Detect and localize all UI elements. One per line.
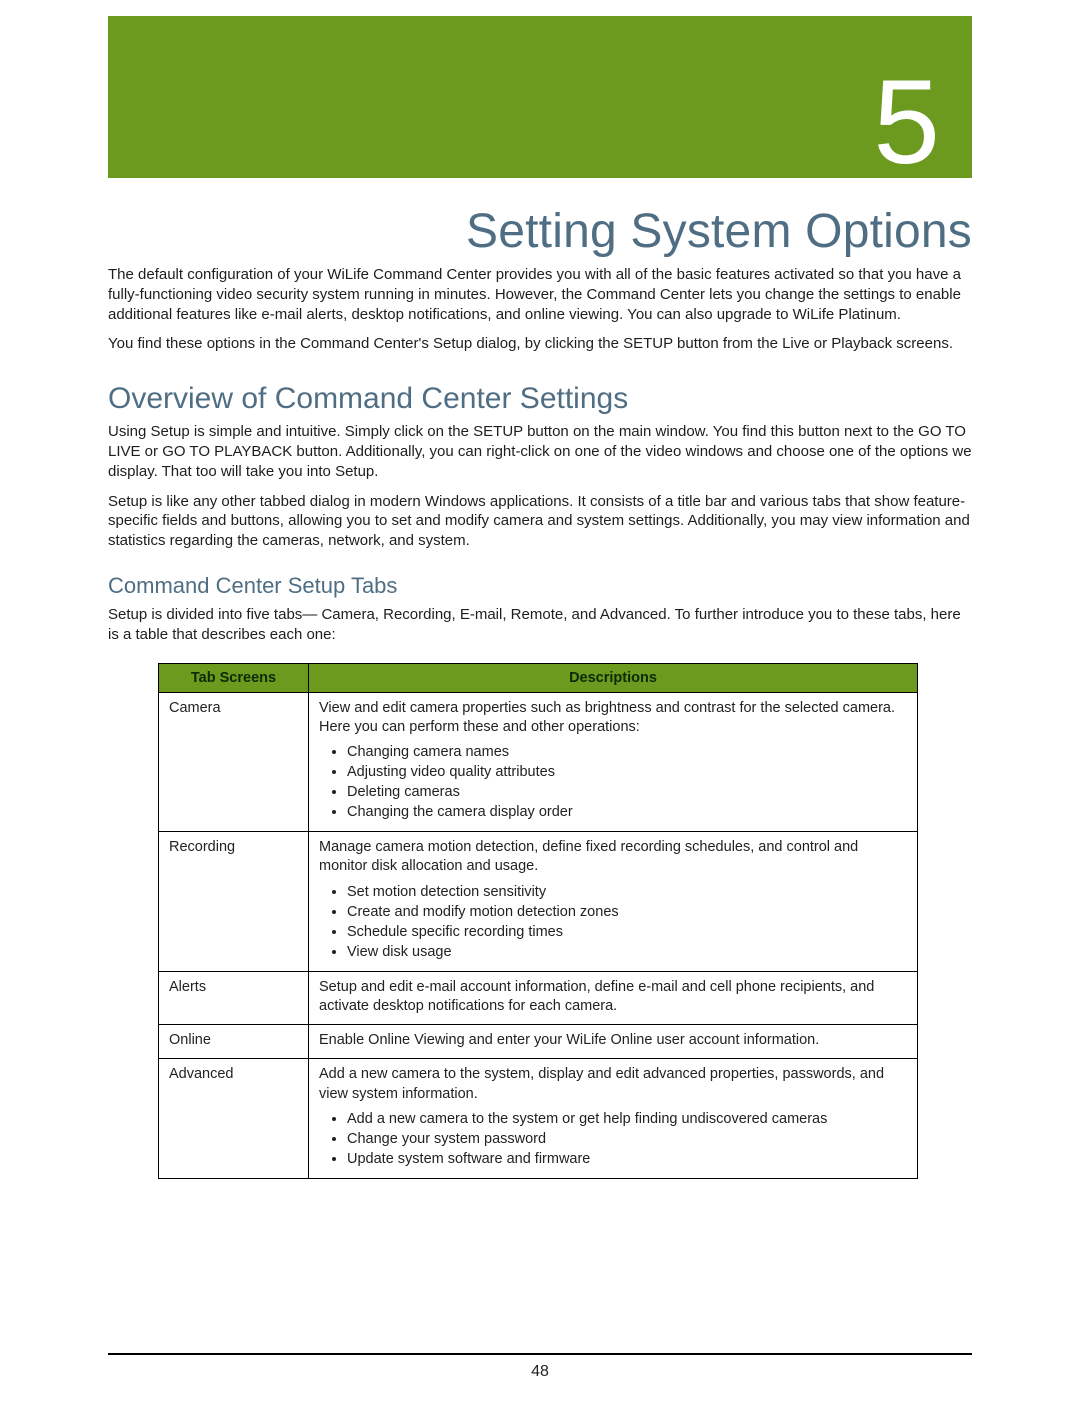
tab-desc-cell: Manage camera motion detection, define f… <box>309 832 918 972</box>
table-row: Recording Manage camera motion detection,… <box>159 832 918 972</box>
chapter-banner: 5 <box>108 16 972 178</box>
tab-bullet-list: Set motion detection sensitivityCreate a… <box>319 883 907 963</box>
tab-bullet-item: View disk usage <box>347 943 907 962</box>
tab-bullet-item: Change your system password <box>347 1130 907 1149</box>
tab-desc-cell: Add a new camera to the system, display … <box>309 1059 918 1179</box>
tab-desc-text: Add a new camera to the system, display … <box>319 1066 884 1101</box>
section-overview: Overview of Command Center Settings Usin… <box>108 382 972 551</box>
tab-desc-text: Setup and edit e-mail account informatio… <box>319 979 874 1014</box>
tab-desc-text: Manage camera motion detection, define f… <box>319 839 858 874</box>
intro-paragraph: You find these options in the Command Ce… <box>108 334 972 354</box>
subsection-setup-tabs: Command Center Setup Tabs Setup is divid… <box>108 573 972 1179</box>
tab-bullet-item: Changing camera names <box>347 743 907 762</box>
table-header-cell: Descriptions <box>309 663 918 692</box>
tab-desc-text: Enable Online Viewing and enter your WiL… <box>319 1032 819 1048</box>
intro-block: The default configuration of your WiLife… <box>108 265 972 354</box>
tab-desc-text: View and edit camera properties such as … <box>319 700 895 735</box>
section-heading: Overview of Command Center Settings <box>108 382 972 416</box>
tab-desc-cell: Setup and edit e-mail account informatio… <box>309 972 918 1025</box>
setup-tabs-table: Tab Screens Descriptions Camera View and … <box>158 663 918 1180</box>
tab-bullet-list: Add a new camera to the system or get he… <box>319 1110 907 1169</box>
table-header-cell: Tab Screens <box>159 663 309 692</box>
tab-name-cell: Online <box>159 1025 309 1059</box>
tab-bullet-item: Set motion detection sensitivity <box>347 883 907 902</box>
table-row: Online Enable Online Viewing and enter yo… <box>159 1025 918 1059</box>
tab-name-cell: Camera <box>159 692 309 832</box>
tab-bullet-item: Create and modify motion detection zones <box>347 903 907 922</box>
tab-name-cell: Recording <box>159 832 309 972</box>
tab-bullet-item: Schedule specific recording times <box>347 923 907 942</box>
table-header-row: Tab Screens Descriptions <box>159 663 918 692</box>
tab-bullet-item: Update system software and firmware <box>347 1150 907 1169</box>
tab-bullet-item: Deleting cameras <box>347 783 907 802</box>
tab-bullet-item: Changing the camera display order <box>347 803 907 822</box>
table-row: Camera View and edit camera properties su… <box>159 692 918 832</box>
section-paragraph: Using Setup is simple and intuitive. Sim… <box>108 422 972 481</box>
page-content: Setting System Options The default confi… <box>108 204 972 1179</box>
tab-name-cell: Alerts <box>159 972 309 1025</box>
footer-rule <box>108 1353 972 1355</box>
subsection-heading: Command Center Setup Tabs <box>108 573 972 599</box>
tab-desc-cell: Enable Online Viewing and enter your WiL… <box>309 1025 918 1059</box>
tab-desc-cell: View and edit camera properties such as … <box>309 692 918 832</box>
tab-bullet-item: Adjusting video quality attributes <box>347 763 907 782</box>
chapter-title: Setting System Options <box>108 204 972 259</box>
tab-bullet-list: Changing camera namesAdjusting video qua… <box>319 743 907 823</box>
subsection-paragraph: Setup is divided into five tabs— Camera,… <box>108 605 972 645</box>
tab-bullet-item: Add a new camera to the system or get he… <box>347 1110 907 1129</box>
intro-paragraph: The default configuration of your WiLife… <box>108 265 972 324</box>
section-paragraph: Setup is like any other tabbed dialog in… <box>108 492 972 551</box>
document-page: 5 Setting System Options The default con… <box>0 16 1080 1413</box>
table-body: Camera View and edit camera properties su… <box>159 692 918 1179</box>
table-row: Advanced Add a new camera to the system, … <box>159 1059 918 1179</box>
page-number: 48 <box>0 1363 1080 1381</box>
table-row: Alerts Setup and edit e-mail account info… <box>159 972 918 1025</box>
chapter-number: 5 <box>873 62 940 182</box>
tab-name-cell: Advanced <box>159 1059 309 1179</box>
